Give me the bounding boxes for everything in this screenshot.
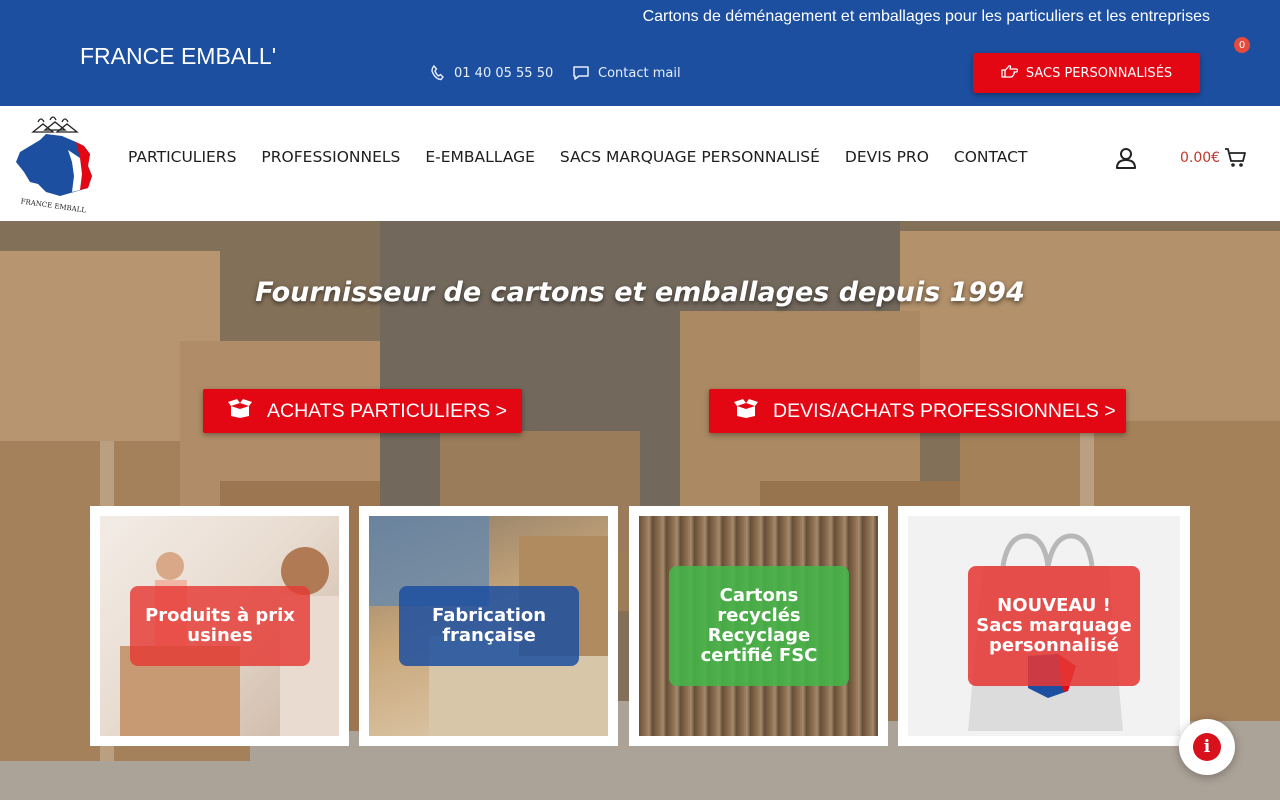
- card-label-factory-prices: Produits à prix usines: [130, 586, 310, 666]
- card-label-made-in-france: Fabrication française: [399, 586, 579, 666]
- cart-icon: [1224, 146, 1248, 170]
- site-tagline: Cartons de déménagement et emballages po…: [642, 8, 1210, 25]
- card-photo-bag: NOUVEAU ! Sacs marquage personnalisé: [908, 516, 1180, 736]
- card-label-recycled: Cartons recyclés Recyclage certifié FSC: [669, 566, 849, 686]
- cta-professionnels-button[interactable]: DEVIS/ACHATS PROFESSIONNELS >: [709, 389, 1126, 433]
- hero-title: Fournisseur de cartons et emballages dep…: [255, 277, 1025, 308]
- feature-card-made-in-france[interactable]: Fabrication française: [359, 506, 618, 746]
- brand-name[interactable]: FRANCE EMBALL': [80, 43, 276, 70]
- cta-professionnels-label: DEVIS/ACHATS PROFESSIONNELS >: [773, 399, 1116, 422]
- box-icon: [733, 397, 759, 425]
- nav-item-sacs-marquage[interactable]: SACS MARQUAGE PERSONNALISÉ: [560, 148, 820, 166]
- cta-particuliers-label: ACHATS PARTICULIERS >: [267, 399, 508, 422]
- phone-link[interactable]: 01 40 05 55 50: [428, 64, 553, 82]
- nav-item-e-emballage[interactable]: E-EMBALLAGE: [425, 148, 535, 166]
- main-navbar: FRANCE EMBALL PARTICULIERS PROFESSIONNEL…: [0, 106, 1280, 221]
- france-emball-logo[interactable]: FRANCE EMBALL: [10, 110, 96, 215]
- contact-mail-link[interactable]: Contact mail: [572, 64, 681, 82]
- custom-bags-button[interactable]: SACS PERSONNALISÉS: [973, 53, 1200, 93]
- feature-card-recycled[interactable]: Cartons recyclés Recyclage certifié FSC: [629, 506, 888, 746]
- nav-item-devis-pro[interactable]: DEVIS PRO: [845, 148, 929, 166]
- feature-card-factory-prices[interactable]: Produits à prix usines: [90, 506, 349, 746]
- cart-button[interactable]: 0.00€: [1180, 146, 1248, 170]
- phone-number: 01 40 05 55 50: [454, 65, 554, 81]
- logo-text: FRANCE EMBALL: [20, 197, 87, 214]
- hero-banner: Fournisseur de cartons et emballages dep…: [0, 221, 1280, 800]
- card-photo-couple: Produits à prix usines: [100, 516, 339, 736]
- top-bar: Cartons de déménagement et emballages po…: [0, 0, 1280, 106]
- feature-card-custom-bags[interactable]: NOUVEAU ! Sacs marquage personnalisé: [898, 506, 1190, 746]
- card-photo-boxes: Fabrication française: [369, 516, 608, 736]
- cart-total: 0.00€: [1180, 150, 1221, 166]
- nav-menu: PARTICULIERS PROFESSIONNELS E-EMBALLAGE …: [128, 148, 1052, 166]
- phone-icon: [428, 64, 446, 82]
- card-label-custom-bags: NOUVEAU ! Sacs marquage personnalisé: [968, 566, 1140, 686]
- info-button[interactable]: i: [1179, 719, 1235, 775]
- nav-item-professionnels[interactable]: PROFESSIONNELS: [261, 148, 400, 166]
- info-icon: i: [1193, 733, 1221, 761]
- cta-particuliers-button[interactable]: ACHATS PARTICULIERS >: [203, 389, 522, 433]
- custom-bags-label: SACS PERSONNALISÉS: [1025, 65, 1173, 81]
- chat-icon: [572, 64, 590, 82]
- cart-count-badge: 0: [1234, 37, 1250, 53]
- box-icon: [227, 397, 253, 425]
- card-photo-cardboard-stack: Cartons recyclés Recyclage certifié FSC: [639, 516, 878, 736]
- user-icon[interactable]: [1114, 146, 1138, 170]
- nav-item-contact[interactable]: CONTACT: [954, 148, 1028, 166]
- contact-mail-label: Contact mail: [598, 65, 681, 81]
- nav-item-particuliers[interactable]: PARTICULIERS: [128, 148, 236, 166]
- hand-pointer-icon: [1001, 64, 1018, 82]
